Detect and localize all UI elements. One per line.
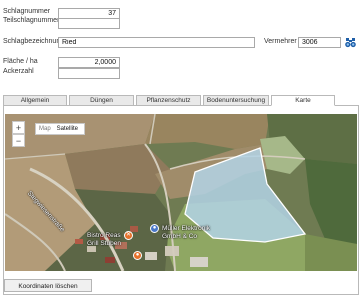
poi-grill-label: Grill Stuben (87, 240, 121, 247)
poi-mueller-label-1: Müller Elektronik (162, 225, 211, 232)
tab-allgemein[interactable]: Allgemein (3, 95, 67, 106)
ackerzahl-field[interactable] (58, 68, 120, 79)
shop-icon[interactable]: ● (133, 251, 142, 260)
vermehrer-label: Vermehrer (264, 38, 297, 45)
zoom-out-button[interactable]: − (12, 134, 25, 147)
map-imagery (5, 114, 357, 271)
map-type-map[interactable]: Map (36, 124, 54, 134)
tab-pflanzenschutz[interactable]: Pflanzenschutz (136, 95, 201, 106)
restaurant-icon[interactable]: ✕ (124, 231, 133, 240)
teilschlagnummer-label: Teilschlagnummer (3, 17, 60, 24)
ackerzahl-label: Ackerzahl (3, 68, 34, 75)
poi-mueller-label-2: GmbH & Co (162, 233, 198, 240)
map-type-satellite[interactable]: Satellite (54, 124, 81, 134)
flaeche-field[interactable] (58, 57, 120, 68)
tab-bar: Allgemein Düngen Pflanzenschutz Bodenunt… (3, 95, 359, 106)
map-type-toggle: Map Satellite (35, 123, 85, 135)
schlagbezeichnung-label: Schlagbezeichnung (3, 38, 65, 45)
tab-karte[interactable]: Karte (271, 95, 335, 106)
tab-duengen[interactable]: Düngen (69, 95, 134, 106)
teilschlagnummer-field[interactable] (58, 18, 120, 29)
poi-bistro-label: Bistro Reas (87, 232, 121, 239)
business-icon[interactable]: ● (150, 224, 159, 233)
vermehrer-field[interactable] (298, 37, 341, 48)
satellite-map[interactable]: + − Stegwiesenstraße ✕ Bistro Reas Grill… (5, 114, 357, 271)
zoom-in-button[interactable]: + (12, 121, 25, 134)
schlagnummer-label: Schlagnummer (3, 8, 51, 15)
flaeche-label: Fläche / ha (3, 58, 38, 65)
tab-bodenuntersuchung[interactable]: Bodenuntersuchung (203, 95, 269, 106)
clear-coordinates-button[interactable]: Koordinaten löschen (4, 279, 92, 292)
schlagbezeichnung-field[interactable] (58, 37, 255, 48)
binoculars-icon[interactable] (345, 37, 356, 48)
